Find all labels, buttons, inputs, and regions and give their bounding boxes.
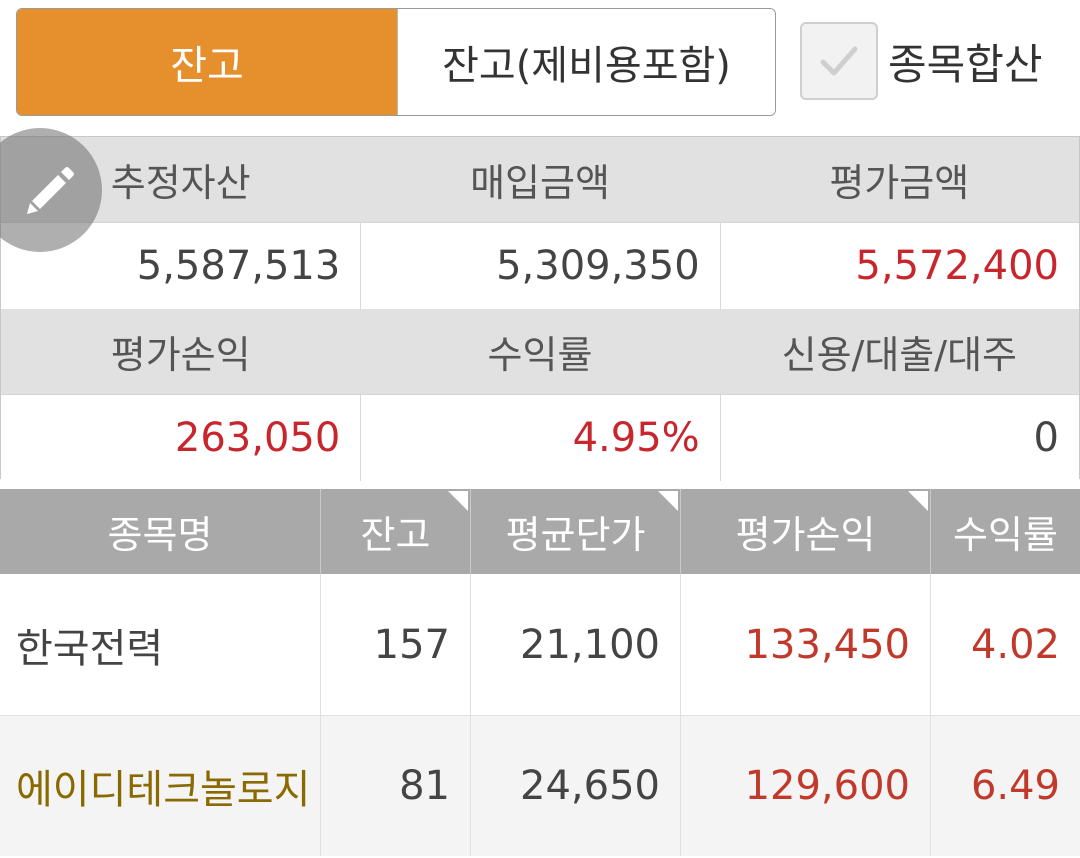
purchase-amount-label: 매입금액 [470,161,610,205]
stock-pnl: 133,450 [680,574,930,715]
pencil-icon [27,167,74,214]
summary-value-row: 263,050 4.95% 0 [1,395,1079,481]
column-avg-price[interactable]: 평균단가 [470,489,680,574]
column-stock-name[interactable]: 종목명 [0,489,320,574]
stock-name: 에이디테크놀로지 [16,767,311,813]
tab-balance-with-fees[interactable]: 잔고(제비용포함) [397,9,775,115]
stock-name: 한국전력 [16,625,164,672]
stock-return-rate: 6.49 [930,716,1080,856]
checkmark-icon [820,46,858,76]
balance-view-toggle: 잔고 잔고(제비용포함) [16,8,776,116]
sum-by-stock-label: 종목합산 [888,39,1043,89]
return-rate-value: 4.95% [360,395,719,481]
column-return-rate[interactable]: 수익률 [930,489,1080,574]
sum-by-stock-toggle[interactable]: 종목합산 [800,22,1043,100]
sum-by-stock-checkbox[interactable] [800,22,878,100]
holdings-header: 종목명 잔고 평균단가 평가손익 수익률 [0,489,1080,574]
column-quantity[interactable]: 잔고 [320,489,470,574]
stock-avg-price: 21,100 [470,574,680,715]
stock-avg-price: 24,650 [470,716,680,856]
holdings-table: 종목명 잔고 평균단가 평가손익 수익률 한국전력 157 21,100 133… [0,489,1080,856]
purchase-amount-value: 5,309,350 [360,223,719,309]
return-rate-label: 수익률 [487,333,593,377]
stock-return-rate: 4.02 [930,574,1080,715]
summary-header-row: 추정자산 매입금액 평가금액 [1,137,1079,223]
tab-balance[interactable]: 잔고 [17,9,397,115]
credit-loan-label: 신용/대출/대주 [781,333,1017,377]
valuation-amount-label: 평가금액 [829,161,970,205]
summary-value-row: 5,587,513 5,309,350 5,572,400 [1,223,1079,309]
table-row[interactable]: 에이디테크놀로지 81 24,650 129,600 6.49 [0,715,1080,856]
account-summary: 추정자산 매입금액 평가금액 5,587,513 5,309,350 5,572… [0,136,1080,481]
credit-loan-value: 0 [719,395,1079,481]
valuation-amount-value: 5,572,400 [719,223,1079,309]
column-pnl[interactable]: 평가손익 [680,489,930,574]
summary-header-row: 평가손익 수익률 신용/대출/대주 [1,309,1079,395]
stock-pnl: 129,600 [680,716,930,856]
valuation-pnl-value: 263,050 [174,415,341,461]
table-row[interactable]: 한국전력 157 21,100 133,450 4.02 [0,574,1080,715]
stock-quantity: 81 [320,716,470,856]
valuation-pnl-label: 평가손익 [110,333,251,377]
stock-quantity: 157 [320,574,470,715]
